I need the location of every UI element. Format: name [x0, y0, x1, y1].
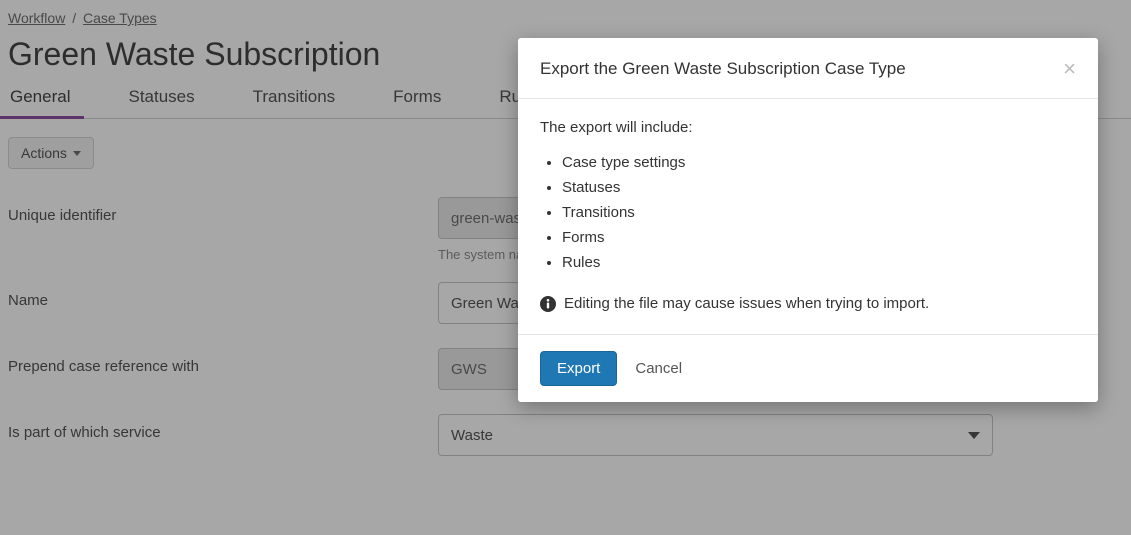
modal-intro: The export will include:: [540, 119, 1076, 136]
modal-item-list: Case type settings Statuses Transitions …: [540, 150, 1076, 275]
list-item: Forms: [562, 225, 1076, 250]
close-icon[interactable]: ×: [1063, 58, 1076, 80]
info-icon: [540, 296, 556, 312]
cancel-button[interactable]: Cancel: [635, 360, 682, 377]
export-button[interactable]: Export: [540, 351, 617, 386]
list-item: Rules: [562, 250, 1076, 275]
modal-warning: Editing the file may cause issues when t…: [564, 295, 929, 312]
list-item: Transitions: [562, 200, 1076, 225]
list-item: Statuses: [562, 175, 1076, 200]
export-modal: Export the Green Waste Subscription Case…: [518, 38, 1098, 402]
list-item: Case type settings: [562, 150, 1076, 175]
modal-title: Export the Green Waste Subscription Case…: [540, 59, 906, 79]
